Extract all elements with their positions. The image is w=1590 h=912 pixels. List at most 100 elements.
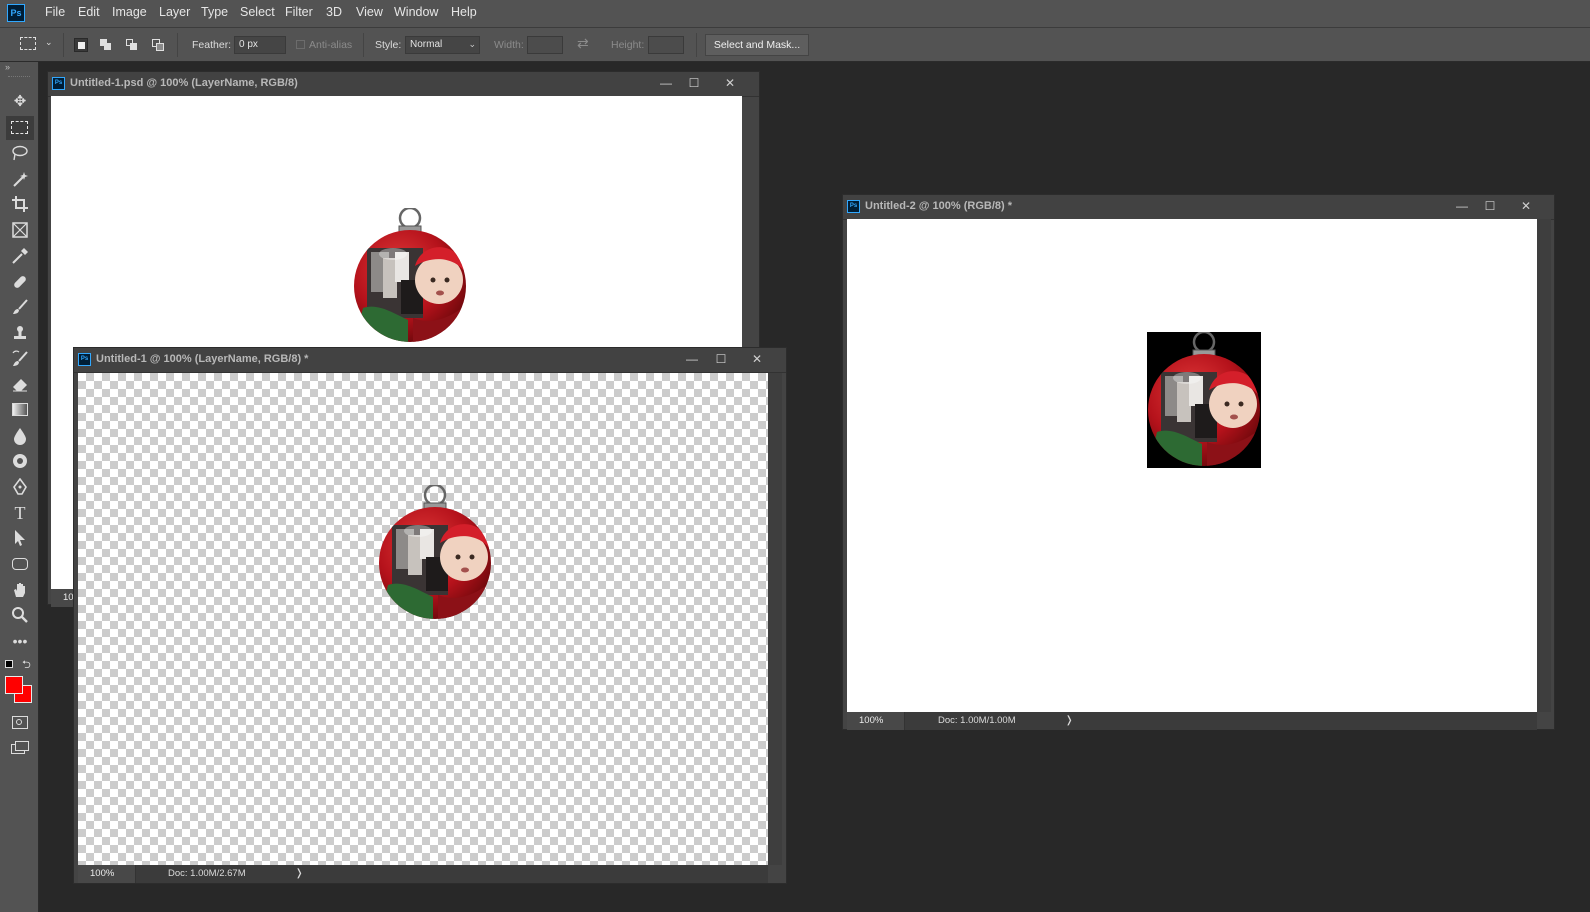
pen-icon[interactable] bbox=[6, 475, 34, 499]
close-button[interactable]: ✕ bbox=[747, 350, 767, 368]
status-menu-arrow-icon[interactable]: ❭ bbox=[1065, 712, 1073, 730]
document-window-untitled-1[interactable]: Ps Untitled-1 @ 100% (LayerName, RGB/8) … bbox=[73, 347, 787, 884]
new-selection-icon bbox=[78, 42, 85, 49]
document-title-bar[interactable]: Ps Untitled-1 @ 100% (LayerName, RGB/8) … bbox=[74, 348, 786, 373]
style-select[interactable]: Normal ⌄ bbox=[405, 36, 480, 54]
maximize-button[interactable]: ☐ bbox=[1480, 197, 1500, 215]
menu-view[interactable]: View bbox=[356, 5, 383, 19]
panel-grip[interactable] bbox=[8, 76, 30, 79]
marquee-shape bbox=[11, 121, 28, 134]
collapse-panel-icon[interactable]: » bbox=[5, 62, 10, 72]
crop-icon[interactable] bbox=[6, 192, 34, 216]
zoom-level[interactable]: 100% bbox=[78, 865, 136, 883]
zoom-level[interactable]: 100% bbox=[847, 712, 905, 730]
maximize-button[interactable]: ☐ bbox=[711, 350, 731, 368]
menu-filter[interactable]: Filter bbox=[285, 5, 313, 19]
marquee-icon[interactable] bbox=[6, 116, 34, 140]
canvas[interactable] bbox=[847, 219, 1537, 712]
eraser-icon[interactable] bbox=[6, 372, 34, 396]
menu-3d[interactable]: 3D bbox=[326, 5, 342, 19]
zoom-icon[interactable] bbox=[6, 603, 34, 627]
feather-input[interactable]: 0 px bbox=[234, 36, 286, 54]
add-selection-icon-part bbox=[104, 43, 111, 50]
separator bbox=[363, 33, 364, 57]
move-icon[interactable]: ✥ bbox=[6, 90, 34, 114]
document-title: Untitled-2 @ 100% (RGB/8) * bbox=[865, 200, 1013, 212]
tool-preset-marquee-icon[interactable] bbox=[20, 37, 36, 50]
menu-type[interactable]: Type bbox=[201, 5, 228, 19]
menu-help[interactable]: Help bbox=[451, 5, 477, 19]
document-title-bar[interactable]: Ps Untitled-2 @ 100% (RGB/8) * — ☐ ✕ bbox=[843, 195, 1554, 220]
document-title-bar[interactable]: Ps Untitled-1.psd @ 100% (LayerName, RGB… bbox=[48, 72, 759, 97]
menu-window[interactable]: Window bbox=[394, 5, 438, 19]
status-bar: 100% Doc: 1.00M/2.67M ❭ bbox=[78, 865, 768, 883]
magic-wand-icon[interactable] bbox=[6, 167, 34, 191]
rounded-rect-shape bbox=[12, 558, 28, 570]
stamp-icon[interactable] bbox=[6, 321, 34, 345]
default-colors-icon[interactable] bbox=[5, 660, 13, 668]
separator bbox=[696, 33, 697, 57]
select-and-mask-button[interactable]: Select and Mask... bbox=[705, 34, 809, 56]
status-bar: 100% Doc: 1.00M/1.00M ❭ bbox=[847, 712, 1537, 730]
dodge-icon[interactable] bbox=[6, 449, 34, 473]
close-button[interactable]: ✕ bbox=[720, 74, 740, 92]
add-to-selection-button[interactable] bbox=[99, 38, 113, 52]
quick-mask-icon[interactable] bbox=[6, 710, 34, 734]
separator bbox=[177, 33, 178, 57]
frame-icon[interactable] bbox=[6, 218, 34, 242]
screen-mode-front bbox=[15, 741, 29, 751]
ps-document-icon: Ps bbox=[847, 200, 860, 213]
document-size-info: Doc: 1.00M/2.67M bbox=[168, 868, 246, 879]
eyedropper-icon[interactable] bbox=[6, 244, 34, 268]
tools-panel: » ✥ T ••• ⮌ bbox=[0, 62, 39, 912]
subtract-from-selection-button[interactable] bbox=[125, 38, 139, 52]
swap-colors-icon[interactable]: ⮌ bbox=[22, 656, 31, 675]
minimize-button[interactable]: — bbox=[656, 74, 676, 92]
document-size-info: Doc: 1.00M/1.00M bbox=[938, 715, 1016, 726]
canvas-transparent[interactable] bbox=[78, 373, 768, 865]
height-input[interactable] bbox=[648, 36, 684, 54]
height-label: Height: bbox=[611, 39, 645, 51]
swap-width-height-icon[interactable]: ⇄ bbox=[577, 35, 589, 52]
menu-file[interactable]: File bbox=[45, 5, 65, 19]
gradient-swatch bbox=[12, 403, 28, 416]
width-input[interactable] bbox=[527, 36, 563, 54]
menu-edit[interactable]: Edit bbox=[78, 5, 100, 19]
antialias-label: Anti-alias bbox=[309, 39, 353, 51]
type-icon[interactable]: T bbox=[6, 501, 34, 525]
intersect-selection-button[interactable] bbox=[151, 38, 165, 52]
photoshop-logo-icon[interactable]: Ps bbox=[7, 4, 25, 22]
blur-icon[interactable] bbox=[6, 424, 34, 448]
minimize-button[interactable]: — bbox=[682, 350, 702, 368]
menu-layer[interactable]: Layer bbox=[159, 5, 190, 19]
ornament-image bbox=[353, 208, 467, 344]
menu-image[interactable]: Image bbox=[112, 5, 147, 19]
history-brush-icon[interactable] bbox=[6, 347, 34, 371]
new-selection-button[interactable] bbox=[74, 38, 88, 52]
healing-brush-icon[interactable] bbox=[6, 270, 34, 294]
lasso-icon[interactable] bbox=[6, 141, 34, 165]
more-tools-icon[interactable]: ••• bbox=[6, 629, 34, 653]
document-window-untitled-2[interactable]: Ps Untitled-2 @ 100% (RGB/8) * — ☐ ✕ 100… bbox=[842, 194, 1555, 730]
shape-icon[interactable] bbox=[6, 552, 34, 576]
maximize-button[interactable]: ☐ bbox=[684, 74, 704, 92]
vertical-scrollbar[interactable] bbox=[1537, 219, 1551, 712]
style-select-value: Normal bbox=[410, 39, 443, 50]
separator bbox=[63, 33, 64, 57]
quick-mask-frame bbox=[12, 716, 28, 729]
status-menu-arrow-icon[interactable]: ❭ bbox=[295, 865, 303, 883]
gradient-icon[interactable] bbox=[6, 398, 34, 422]
vertical-scrollbar[interactable] bbox=[768, 373, 782, 865]
minimize-button[interactable]: — bbox=[1452, 197, 1472, 215]
menu-select[interactable]: Select bbox=[240, 5, 275, 19]
foreground-color-swatch[interactable] bbox=[5, 676, 23, 694]
antialias-checkbox[interactable] bbox=[296, 40, 305, 49]
pasted-layer-black-background bbox=[1147, 332, 1261, 468]
hand-icon[interactable] bbox=[6, 578, 34, 602]
close-button[interactable]: ✕ bbox=[1516, 197, 1536, 215]
screen-mode-icon[interactable] bbox=[6, 736, 34, 760]
brush-icon[interactable] bbox=[6, 295, 34, 319]
chevron-down-icon: ⌄ bbox=[468, 39, 476, 49]
tool-preset-chevron-down-icon[interactable]: ⌄ bbox=[45, 37, 53, 48]
path-select-icon[interactable] bbox=[6, 526, 34, 550]
